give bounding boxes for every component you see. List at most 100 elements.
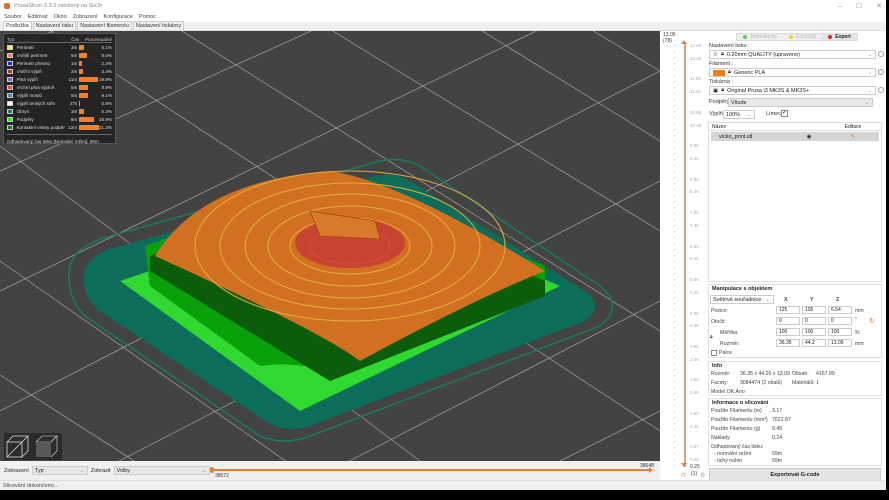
mode-advanced-button[interactable]: Pokročilý: [783, 34, 822, 40]
tab-print-settings[interactable]: Nastavení tisku: [32, 21, 77, 30]
menu-view[interactable]: Zobrazení: [73, 14, 98, 20]
position-y-input[interactable]: 105: [802, 306, 826, 314]
legend-row[interactable]: Plná výplň 11m 19.8%: [7, 75, 112, 83]
slider-bottom-thumb[interactable]: [681, 463, 687, 467]
layer-tick-label: 5.85: [690, 277, 699, 283]
layer-tick-mark: [674, 219, 675, 220]
filament-value: Generic PLA: [733, 69, 766, 76]
scale-y-input[interactable]: 100: [802, 328, 826, 336]
settings-cog-icon[interactable]: ⚙: [700, 472, 705, 479]
legend-bar-track: [79, 84, 99, 90]
rotation-y-input[interactable]: 0: [802, 317, 826, 325]
rotation-z-input[interactable]: 0: [828, 317, 852, 325]
layer-tick-mark: [674, 333, 675, 334]
filament-color-swatch[interactable]: [713, 69, 725, 76]
legend-row[interactable]: Vnitřní výplň 2m 3.4%: [7, 67, 112, 75]
print-profile-icon: ⚙: [713, 51, 718, 58]
position-x-input[interactable]: 125: [776, 306, 800, 314]
legend-row[interactable]: Kontaktní vrstvy podpěr 12m 21.2%: [7, 123, 112, 131]
inches-label: Palce: [719, 350, 732, 356]
infill-label: Výplň:: [709, 111, 725, 117]
menu-window[interactable]: Okno: [54, 14, 67, 20]
printer-gear-icon[interactable]: [878, 87, 884, 93]
menu-file[interactable]: Soubor: [4, 14, 22, 20]
menu-configuration[interactable]: Konfigurace: [104, 14, 133, 20]
tab-printer-settings[interactable]: Nastavení tiskárny: [132, 21, 185, 30]
tab-filament-settings[interactable]: Nastavení filamentu: [77, 21, 132, 30]
infill-select[interactable]: 100% ⌄: [723, 110, 755, 119]
horizontal-move-slider[interactable]: [210, 467, 653, 473]
mode-simple-button[interactable]: Jednoduchý: [737, 34, 783, 40]
legend-row[interactable]: Obrys 3m 5.2%: [7, 107, 112, 115]
layer-tick-mark: [674, 45, 675, 46]
slider-left-thumb[interactable]: [210, 467, 214, 473]
layer-tick-label: 11.85: [690, 76, 701, 82]
layer-tick-mark: [674, 315, 675, 316]
supports-select[interactable]: Všude ⌄: [728, 98, 873, 107]
scale-lock-icon[interactable]: 🔒︎: [710, 334, 713, 341]
layers-view-icon[interactable]: [35, 435, 58, 458]
print-settings-combo[interactable]: ⚙ 🔒︎ 0.20mm QUALITY (upraveno) ⌄: [709, 50, 876, 59]
slider-top-thumb[interactable]: [681, 40, 687, 44]
mode-expert-button[interactable]: Expert: [822, 34, 857, 40]
layer-tick-mark: [674, 111, 675, 112]
edit-icon[interactable]: ✎: [827, 134, 879, 140]
printer-label: Tiskárna :: [709, 79, 733, 85]
layer-tick-label: 12.85: [690, 43, 702, 48]
layer-slider-panel: 13.05 (78) 12.85 12.45 11.85 11.45 10.85 10.4…: [660, 31, 706, 480]
legend-bar-track: [79, 60, 99, 66]
size-y-input[interactable]: 44.2: [802, 339, 826, 347]
view-type-select[interactable]: Typ ⌄: [31, 466, 88, 475]
legend-type-name: Vrchní plná výplně: [16, 84, 55, 90]
layer-tick-label: 4.85: [690, 310, 699, 316]
tab-plater[interactable]: Podložka: [3, 21, 32, 30]
lock-icon[interactable]: ⊓: [681, 472, 686, 479]
legend-row[interactable]: Výplň mostů 5m 9.1%: [7, 91, 112, 99]
legend-row[interactable]: Výplň tenkých stěn 27s 0.8%: [7, 99, 112, 107]
3d-preview-canvas[interactable]: Typ Čas Procentuálně Perimetr 3m 5.1% Vnějš…: [0, 31, 660, 461]
scale-x-input[interactable]: 100: [776, 328, 800, 336]
maximize-button[interactable]: ☐: [856, 2, 862, 10]
reset-rotation-icon[interactable]: ↻: [869, 317, 875, 325]
size-x-input[interactable]: 36.35: [776, 339, 800, 347]
chevron-down-icon: ⌄: [864, 99, 869, 106]
layer-tick-mark: [674, 63, 675, 64]
legend-bar-track: [79, 116, 99, 122]
simple-mode-icon: [743, 35, 747, 39]
legend-row[interactable]: Vrchní plná výplně 5m 8.9%: [7, 83, 112, 91]
3d-view-icon[interactable]: [6, 435, 29, 458]
layer-top-index: (78): [663, 38, 672, 44]
legend-row[interactable]: Vnější perimetr 5m 8.6%: [7, 51, 112, 59]
legend-row[interactable]: Perimetr 3m 5.1%: [7, 43, 112, 51]
chevron-down-icon: ⌄: [746, 111, 751, 118]
lock-icon: 🔒︎: [721, 87, 725, 93]
inches-checkbox[interactable]: [711, 350, 717, 356]
printer-combo[interactable]: ▣ 🔒︎ Original Prusa i3 MK3S & MK3S+ ⌄: [709, 86, 876, 95]
size-label: Rozměr:: [720, 341, 740, 347]
menu-edit[interactable]: Editovat: [28, 14, 48, 20]
print-settings-gear-icon[interactable]: [878, 51, 884, 57]
size-z-input[interactable]: 13.09: [828, 339, 852, 347]
filament-g-label: Použito Filamentu (g): [711, 426, 761, 432]
minimize-button[interactable]: –: [838, 3, 842, 10]
coord-system-select[interactable]: Světové souřadnice ⌄: [710, 295, 774, 304]
menu-help[interactable]: Pomoc: [139, 14, 156, 20]
show-label: Zobrazit: [90, 467, 111, 474]
layer-tick-mark: [674, 183, 675, 184]
info-size-value: 36.35 x 44.20 x 13.09: [740, 371, 790, 377]
vertical-layer-slider[interactable]: [684, 43, 686, 467]
show-options-select[interactable]: Volby ⌄: [113, 466, 210, 475]
filament-gear-icon[interactable]: [878, 69, 884, 75]
legend-row[interactable]: Podpěry 9m 15.9%: [7, 115, 112, 123]
visibility-eye-icon[interactable]: ◉: [791, 134, 827, 140]
brim-checkbox[interactable]: ✓: [781, 110, 788, 117]
object-row[interactable]: vicko_print.stl ◉ ✎: [711, 132, 879, 141]
view-type-value: Typ: [34, 467, 44, 474]
legend-row[interactable]: Perimetr převisu 1m 2.3%: [7, 59, 112, 67]
rotation-x-input[interactable]: 0: [776, 317, 800, 325]
layer-tick-mark: [674, 99, 675, 100]
close-button[interactable]: ✕: [876, 2, 882, 10]
filament-combo[interactable]: 🔒︎ Generic PLA ⌄: [709, 68, 876, 77]
scale-z-input[interactable]: 100: [828, 328, 852, 336]
position-z-input[interactable]: 6.54: [828, 306, 852, 314]
